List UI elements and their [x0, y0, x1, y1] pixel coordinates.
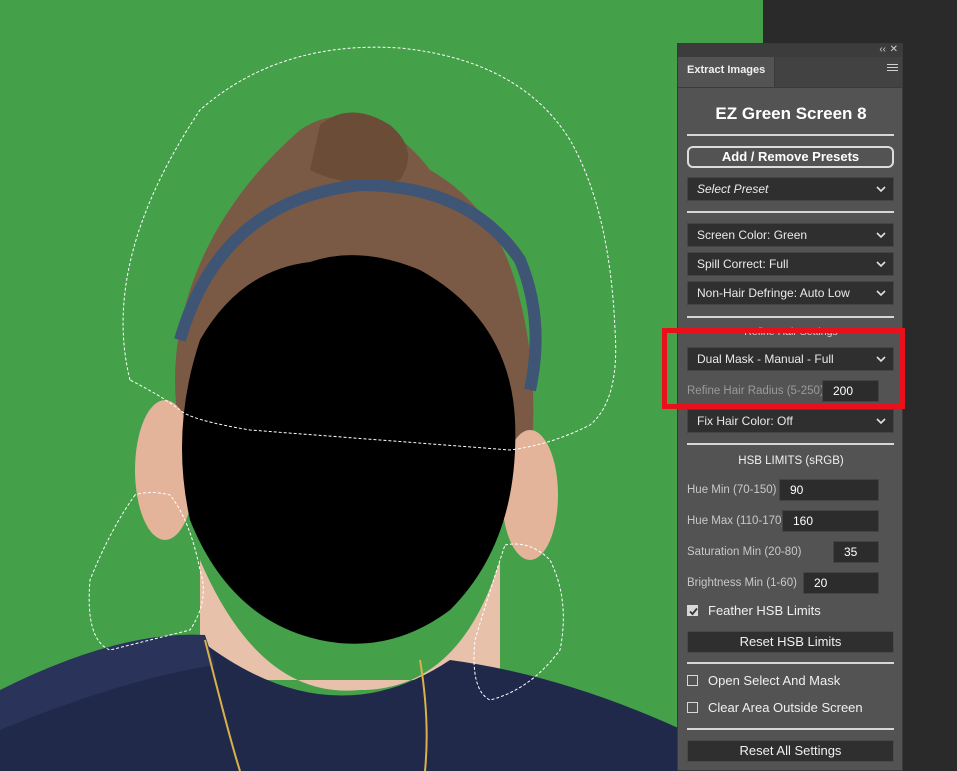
hsb-limits-header: HSB LIMITS (sRGB): [738, 455, 844, 467]
brightness-min-label: Brightness Min (1-60): [687, 577, 797, 589]
spill-correct-label: Spill Correct: Full: [697, 257, 789, 271]
reset-all-settings-button[interactable]: Reset All Settings: [687, 740, 894, 762]
chevron-down-icon: [876, 290, 886, 297]
open-select-mask-label: Open Select And Mask: [708, 673, 841, 688]
divider: [687, 443, 894, 445]
open-select-mask-row[interactable]: Open Select And Mask: [687, 673, 840, 688]
hue-max-input[interactable]: 160: [782, 510, 879, 532]
clear-area-label: Clear Area Outside Screen: [708, 700, 863, 715]
non-hair-defringe-label: Non-Hair Defringe: Auto Low: [697, 286, 850, 300]
panel-tab-row: Extract Images: [678, 57, 902, 88]
panel-title: EZ Green Screen 8: [715, 104, 867, 123]
add-remove-presets-button[interactable]: Add / Remove Presets: [687, 146, 894, 168]
divider: [687, 316, 894, 318]
chevron-down-icon: [876, 418, 886, 425]
divider: [687, 134, 894, 136]
hue-min-input[interactable]: 90: [779, 479, 879, 501]
select-preset-label: Select Preset: [697, 182, 769, 196]
photo: [0, 0, 763, 771]
feather-hsb-checkbox[interactable]: [687, 605, 698, 616]
reset-hsb-limits-button[interactable]: Reset HSB Limits: [687, 631, 894, 653]
screen-color-label: Screen Color: Green: [697, 228, 808, 242]
fix-hair-color-label: Fix Hair Color: Off: [697, 414, 793, 428]
close-icon[interactable]: ✕: [890, 43, 898, 56]
divider: [687, 211, 894, 213]
panel-menu-icon[interactable]: [887, 64, 898, 74]
divider: [687, 662, 894, 664]
highlight-box: [662, 328, 905, 409]
brightness-min-input[interactable]: 20: [803, 572, 879, 594]
clear-area-checkbox[interactable]: [687, 702, 698, 713]
divider: [687, 728, 894, 730]
saturation-min-input[interactable]: 35: [833, 541, 879, 563]
tab-extract-images[interactable]: Extract Images: [678, 57, 776, 87]
clear-area-row[interactable]: Clear Area Outside Screen: [687, 700, 863, 715]
checkmark-icon: [689, 607, 698, 616]
chevron-down-icon: [876, 261, 886, 268]
hue-min-label: Hue Min (70-150): [687, 484, 777, 496]
document-canvas[interactable]: [0, 0, 763, 771]
fix-hair-color-dropdown[interactable]: Fix Hair Color: Off: [687, 409, 894, 433]
collapse-icon[interactable]: ‹‹: [879, 43, 886, 56]
screen-color-dropdown[interactable]: Screen Color: Green: [687, 223, 894, 247]
feather-hsb-checkbox-row[interactable]: Feather HSB Limits: [687, 603, 821, 618]
chevron-down-icon: [876, 186, 886, 193]
select-preset-dropdown[interactable]: Select Preset: [687, 177, 894, 201]
open-select-mask-checkbox[interactable]: [687, 675, 698, 686]
non-hair-defringe-dropdown[interactable]: Non-Hair Defringe: Auto Low: [687, 281, 894, 305]
spill-correct-dropdown[interactable]: Spill Correct: Full: [687, 252, 894, 276]
saturation-min-label: Saturation Min (20-80): [687, 546, 802, 558]
panel-titlebar: ‹‹ ✕: [678, 44, 902, 57]
feather-hsb-label: Feather HSB Limits: [708, 603, 821, 618]
hue-max-label: Hue Max (110-170): [687, 515, 786, 527]
chevron-down-icon: [876, 232, 886, 239]
